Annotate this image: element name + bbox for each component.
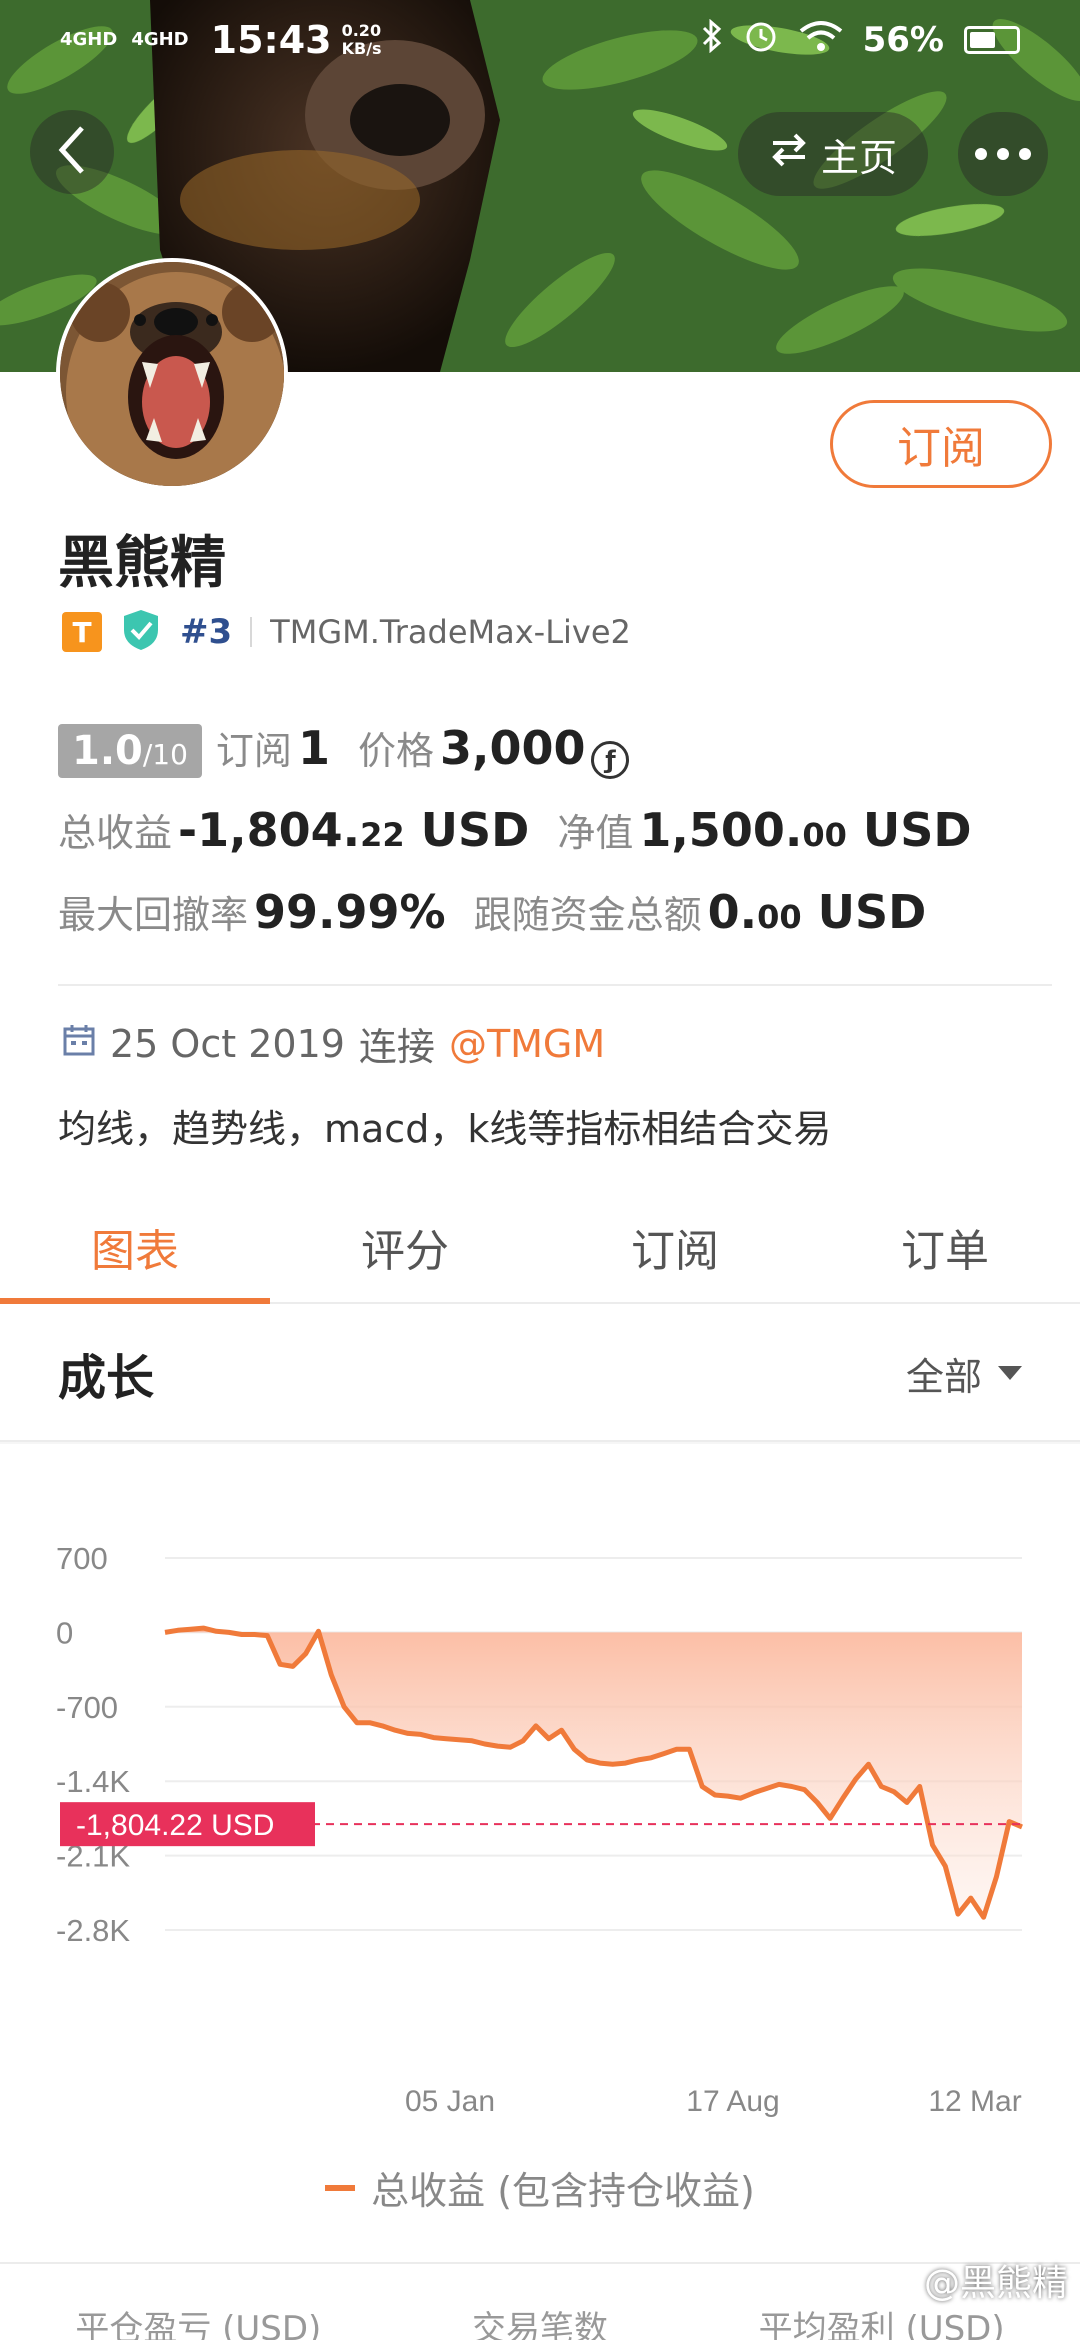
- home-label: 主页: [820, 135, 897, 180]
- growth-chart-svg: 7000-700-1.4K-2.1K-2.8K -1,804.22 USD 05…: [56, 1541, 1023, 2118]
- divider: [58, 984, 1052, 986]
- equity-value: 1,500.00 USD: [639, 803, 971, 857]
- rating-score: 1.0/10: [58, 724, 202, 778]
- follow-funds-decimals: 00: [757, 898, 802, 936]
- total-profit-main: -1,804.: [178, 803, 361, 857]
- price-label: 价格: [357, 729, 434, 773]
- legend-swatch: [325, 2184, 356, 2191]
- score-value: 1.0: [72, 728, 143, 774]
- signal-indicator-1: 4GHD: [60, 29, 118, 50]
- y-tick-label: -2.8K: [56, 1913, 130, 1948]
- battery-icon: [964, 26, 1020, 54]
- profile-badges: T #3 TMGM.TradeMax-Live2: [62, 608, 631, 656]
- joined-date: 25 Oct 2019: [110, 1021, 345, 1066]
- max-drawdown-value: 99.99%: [254, 885, 446, 939]
- subscribers-count: 1: [297, 721, 330, 775]
- more-dot: [975, 148, 987, 160]
- x-tick-label: 17 Aug: [686, 2085, 779, 2118]
- x-tick-label: 05 Jan: [405, 2085, 495, 2118]
- bear-avatar-image: [60, 262, 284, 486]
- home-button[interactable]: 主页: [738, 112, 928, 196]
- verified-shield-icon: [120, 608, 162, 656]
- y-tick-label: -700: [56, 1690, 118, 1725]
- equity-unit: USD: [862, 803, 972, 857]
- growth-chart: 700 0 -700 -1.4K -2.1K -2.8K -1,804.22 USD 05…: [0, 1444, 1080, 2274]
- battery-fill: [970, 32, 995, 48]
- follow-funds-value: 0.00 USD: [708, 885, 927, 939]
- trade-count-label: 交易笔数: [471, 2309, 608, 2340]
- score-max: /10: [142, 738, 188, 771]
- trader-badge-icon: T: [62, 612, 102, 652]
- total-profit-unit: USD: [420, 803, 530, 857]
- chevron-left-icon: [54, 124, 90, 180]
- back-button[interactable]: [30, 110, 114, 194]
- tab-subscriptions[interactable]: 订阅: [540, 1192, 810, 1302]
- swap-icon: [769, 132, 809, 177]
- more-dot: [997, 148, 1009, 160]
- profile-name: 黑熊精: [58, 531, 226, 596]
- growth-area: [165, 1628, 1022, 1918]
- x-tick-label: 12 Mar: [928, 2085, 1021, 2118]
- closed-pnl-label: 平仓盈亏 (USD): [75, 2309, 322, 2340]
- equity-label: 净值: [557, 811, 634, 855]
- calendar-icon: [62, 1022, 96, 1066]
- avatar[interactable]: [56, 258, 288, 490]
- follow-funds-main: 0.: [707, 885, 758, 939]
- tab-rating[interactable]: 评分: [270, 1192, 540, 1302]
- tab-orders[interactable]: 订单: [810, 1192, 1080, 1302]
- clock: 15:43: [210, 18, 332, 62]
- summary-header-row: 平仓盈亏 (USD) 交易笔数 平均盈利 (USD): [0, 2262, 1080, 2340]
- subscribers-label: 订阅: [215, 729, 292, 773]
- broker-link[interactable]: @TMGM: [449, 1022, 605, 1066]
- stats-panel: 1.0/10 订阅 1 价格 3,000 ƒ 总收益 -1,804.22 USD…: [58, 720, 1038, 966]
- rank-badge: #3: [180, 612, 233, 652]
- growth-title: 成长: [58, 1350, 155, 1406]
- legend-label: 总收益 (包含持仓收益): [371, 2169, 755, 2213]
- profile-description: 均线，趋势线，macd，k线等指标相结合交易: [58, 1107, 832, 1151]
- range-filter-dropdown[interactable]: 全部: [906, 1346, 1022, 1401]
- more-dot: [1019, 148, 1031, 160]
- net-speed-value: 0.20: [341, 21, 382, 40]
- divider: [250, 617, 253, 647]
- battery-percent: 56%: [862, 20, 944, 60]
- range-filter-label: 全部: [905, 1354, 982, 1399]
- bluetooth-icon: [701, 18, 723, 62]
- coin-icon: ƒ: [591, 741, 630, 779]
- net-speed-unit: KB/s: [341, 39, 382, 58]
- growth-header: 成长 全部: [0, 1306, 1080, 1442]
- alarm-icon: [743, 18, 779, 63]
- average-profit-label: 平均盈利 (USD): [758, 2309, 1005, 2340]
- tab-chart[interactable]: 图表: [0, 1192, 270, 1304]
- y-tick-label: 0: [56, 1615, 73, 1650]
- connect-label: 连接: [358, 1025, 435, 1069]
- equity-main: 1,500.: [639, 803, 803, 857]
- current-value-label: -1,804.22 USD: [76, 1809, 274, 1842]
- follow-funds-label: 跟随资金总额: [473, 893, 702, 937]
- total-profit-value: -1,804.22 USD: [178, 803, 529, 857]
- joined-info: 25 Oct 2019 连接 @TMGM: [62, 1016, 605, 1071]
- y-tick-label: -1.4K: [56, 1764, 130, 1799]
- broker-account: TMGM.TradeMax-Live2: [270, 613, 631, 651]
- tab-bar: 图表 评分 订阅 订单: [0, 1192, 1080, 1304]
- max-drawdown-label: 最大回撤率: [58, 893, 249, 937]
- status-bar: 4GHD 4GHD 15:43 0.20 KB/s 56%: [0, 0, 1080, 80]
- y-tick-label: 700: [56, 1541, 108, 1576]
- net-speed: 0.20 KB/s: [342, 22, 382, 58]
- chart-legend: 总收益 (包含持仓收益): [0, 2160, 1080, 2215]
- total-profit-label: 总收益: [58, 811, 173, 855]
- more-menu-button[interactable]: [958, 112, 1048, 196]
- equity-decimals: 00: [802, 816, 847, 854]
- subscribe-button[interactable]: 订阅: [830, 400, 1052, 488]
- follow-funds-unit: USD: [817, 885, 927, 939]
- caret-down-icon: [998, 1366, 1022, 1380]
- wifi-icon: [799, 19, 843, 62]
- price-value: 3,000: [439, 721, 586, 775]
- watermark: @黑熊精: [923, 2263, 1068, 2304]
- signal-indicator-2: 4GHD: [131, 29, 189, 50]
- total-profit-decimals: 22: [360, 816, 405, 854]
